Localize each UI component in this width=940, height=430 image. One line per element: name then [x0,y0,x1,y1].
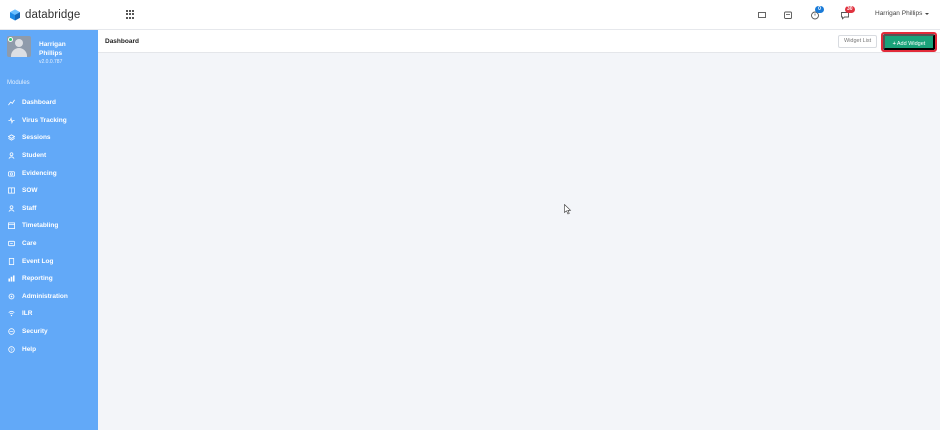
help-icon: ? [8,345,15,353]
sidebar-item-label: Security [22,328,48,336]
student-icon [8,152,15,159]
report-icon [8,275,15,282]
sidebar-item-label: Staff [22,204,37,212]
databridge-logo-icon [10,9,20,21]
sidebar-item-label: Reporting [22,275,53,283]
online-status-icon [8,37,13,42]
gear-icon [8,293,15,300]
user-profile[interactable]: Harrigan Phillips v2.0.0.787 [7,36,97,68]
sidebar-item-label: Evidencing [22,169,57,177]
pulse-icon [8,116,15,124]
sidebar-item-staff[interactable]: Staff [0,200,98,218]
sidebar-item-reporting[interactable]: Reporting [0,270,98,288]
layers-icon [8,134,15,142]
plus-icon: + [892,41,896,47]
widget-list-button[interactable]: Widget List [838,35,878,48]
svg-text:?: ? [10,347,13,352]
chart-icon [8,99,15,106]
user-menu-name: Harrigan Phillips [875,10,923,17]
calendar-icon [8,222,15,230]
sidebar: Harrigan Phillips v2.0.0.787 Modules Das… [0,30,98,430]
messages-badge: 30 [845,6,855,13]
sidebar-item-label: Timetabling [22,222,59,230]
staff-icon [8,205,15,212]
add-widget-label: Add Widget [896,41,926,47]
sidebar-item-timetabling[interactable]: Timetabling [0,217,98,235]
sidebar-item-virus-tracking[interactable]: Virus Tracking [0,112,98,130]
top-bar: databridge 0 30 Harrigan Phillips [0,0,940,30]
notifications-badge: 0 [815,6,824,13]
page-title: Dashboard [105,38,139,45]
sidebar-nav: Dashboard Virus Tracking Sessions Studen… [0,94,98,358]
signal-icon [8,311,15,317]
brand-name: databridge [25,9,81,21]
care-icon [8,240,15,247]
app-version: v2.0.0.787 [39,59,63,65]
sidebar-item-ilr[interactable]: ILR [0,305,98,323]
add-widget-button[interactable]: +Add Widget [883,34,935,50]
sidebar-item-event-log[interactable]: Event Log [0,252,98,270]
shield-icon [8,328,15,335]
sidebar-item-student[interactable]: Student [0,147,98,165]
page-header: Dashboard Widget List +Add Widget [98,30,940,53]
mouse-cursor-icon [564,204,572,215]
user-menu[interactable]: Harrigan Phillips [875,10,930,17]
dashboard-content [98,54,940,430]
sidebar-item-security[interactable]: Security [0,323,98,341]
sidebar-item-label: Dashboard [22,99,56,107]
sidebar-item-label: Help [22,345,37,353]
sidebar-item-sessions[interactable]: Sessions [0,129,98,147]
brand[interactable]: databridge [9,7,80,23]
log-icon [8,257,15,265]
apps-grid-icon[interactable] [126,10,135,19]
sidebar-item-label: Virus Tracking [22,116,67,124]
chevron-down-icon [925,12,930,15]
sidebar-item-evidencing[interactable]: Evidencing [0,164,98,182]
book-icon [8,187,15,194]
sidebar-item-label: Administration [22,292,68,300]
sidebar-item-label: Sessions [22,134,51,142]
sidebar-item-sow[interactable]: SOW [0,182,98,200]
sidebar-item-label: SOW [22,187,38,195]
screen-icon[interactable] [757,10,767,20]
sidebar-item-label: Care [22,240,37,248]
camera-icon [8,171,15,177]
sidebar-item-help[interactable]: ? Help [0,340,98,358]
sidebar-item-label: Event Log [22,257,54,265]
sidebar-item-label: Student [22,152,47,160]
modules-section-label: Modules [7,80,30,86]
sidebar-item-care[interactable]: Care [0,235,98,253]
sidebar-item-administration[interactable]: Administration [0,288,98,306]
sidebar-item-dashboard[interactable]: Dashboard [0,94,98,112]
profile-name: Harrigan Phillips [39,41,66,57]
calendar-icon[interactable] [783,10,793,20]
sidebar-item-label: ILR [22,310,33,318]
